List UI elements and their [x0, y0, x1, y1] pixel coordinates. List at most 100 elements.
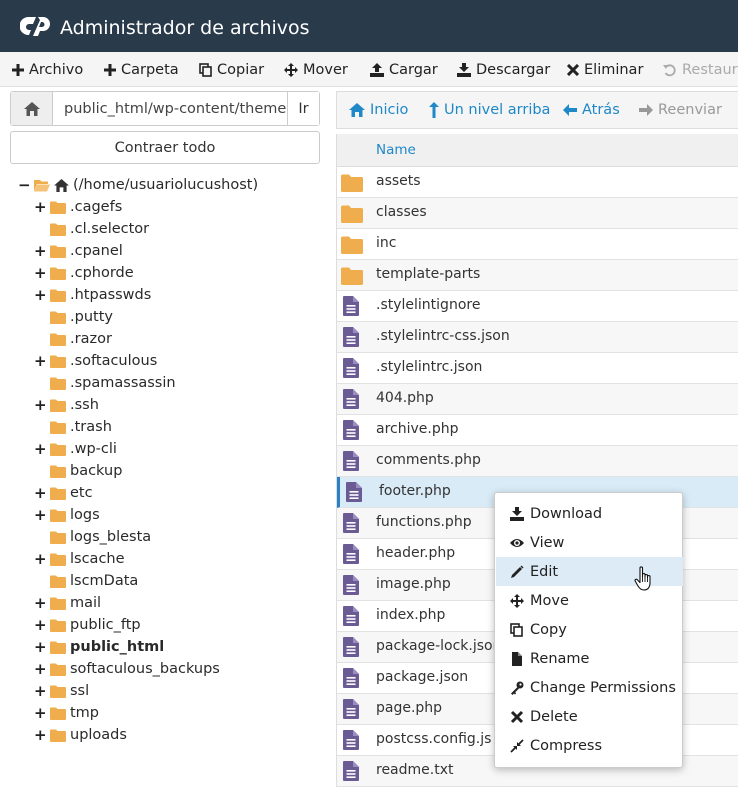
tree-item-backup[interactable]: backup [34, 460, 122, 482]
tree-item-cphorde[interactable]: + .cphorde [34, 262, 134, 284]
table-row[interactable]: .stylelintrc.json [337, 353, 738, 384]
table-row[interactable]: .stylelintrc-css.json [337, 322, 738, 353]
tree-item-putty[interactable]: .putty [34, 306, 113, 328]
expand-icon[interactable]: + [34, 242, 47, 260]
tree-item-spamassassin[interactable]: .spamassassin [34, 372, 176, 394]
table-row[interactable]: 404.php [337, 384, 738, 415]
folder-icon [50, 619, 66, 632]
restore-button[interactable]: Restaura [663, 52, 738, 87]
new-file-button[interactable]: Archivo [12, 52, 83, 87]
table-row[interactable]: .stylelintignore [337, 291, 738, 322]
menu-item-view[interactable]: View [496, 528, 683, 557]
collapse-all-button[interactable]: Contraer todo [10, 131, 320, 164]
expand-icon[interactable]: + [34, 726, 47, 744]
menu-item-rename[interactable]: Rename [496, 644, 683, 673]
eye-icon [509, 536, 525, 550]
tree-item-cpanel[interactable]: + .cpanel [34, 240, 123, 262]
tree-item-label: backup [70, 463, 123, 479]
tree-item-ssh[interactable]: + .ssh [34, 394, 99, 416]
menu-item-copy[interactable]: Copy [496, 615, 683, 644]
upload-label: Cargar [389, 61, 438, 78]
menu-item-change-permissions[interactable]: Change Permissions [496, 673, 683, 702]
expand-icon[interactable]: + [34, 352, 47, 370]
expand-icon[interactable]: + [34, 440, 47, 458]
expand-icon[interactable]: + [34, 704, 47, 722]
file-name: inc [376, 235, 397, 251]
expand-icon[interactable]: + [34, 484, 47, 502]
tree-item-public-html[interactable]: + public_html [34, 636, 164, 658]
expand-icon[interactable]: + [34, 616, 47, 634]
tree-item-etc[interactable]: + etc [34, 482, 93, 504]
table-row[interactable]: assets [337, 167, 738, 198]
tree-item-mail[interactable]: + mail [34, 592, 101, 614]
go-button[interactable]: Ir [287, 92, 319, 125]
back-button[interactable]: Atrás [563, 92, 620, 128]
tree-item-ssl[interactable]: + ssl [34, 680, 89, 702]
table-row[interactable]: comments.php [337, 446, 738, 477]
folder-icon [50, 707, 66, 720]
table-row[interactable]: template-parts [337, 260, 738, 291]
home-nav-button[interactable]: Inicio [349, 92, 408, 128]
new-folder-button[interactable]: Carpeta [104, 52, 179, 87]
expand-icon[interactable]: + [34, 396, 47, 414]
file-name: index.php [376, 607, 446, 623]
upload-button[interactable]: Cargar [370, 52, 438, 87]
tree-item-label: .cl.selector [70, 221, 150, 237]
tree-item-logs-blesta[interactable]: logs_blesta [34, 526, 151, 548]
collapse-icon[interactable]: − [18, 176, 31, 194]
path-home-button[interactable] [11, 92, 53, 125]
tree-item-cagefs[interactable]: + .cagefs [34, 196, 122, 218]
expand-icon[interactable]: + [34, 286, 47, 304]
expand-icon[interactable]: + [34, 682, 47, 700]
menu-item-move[interactable]: Move [496, 586, 683, 615]
download-button[interactable]: Descargar [457, 52, 550, 87]
name-column-header[interactable]: Name [376, 142, 416, 158]
home-nav-label: Inicio [370, 102, 409, 118]
tree-item-lscache[interactable]: + lscache [34, 548, 125, 570]
tree-item-lscmdata[interactable]: lscmData [34, 570, 138, 592]
tree-item-trash[interactable]: .trash [34, 416, 112, 438]
menu-item-delete[interactable]: Delete [496, 702, 683, 731]
expand-icon[interactable]: + [34, 594, 47, 612]
cpanel-logo-icon[interactable] [20, 15, 52, 37]
up-one-level-button[interactable]: Un nivel arriba [429, 92, 550, 128]
tree-item-razor[interactable]: .razor [34, 328, 112, 350]
table-row[interactable]: archive.php [337, 415, 738, 446]
expand-icon[interactable]: + [34, 198, 47, 216]
tree-item-label: etc [70, 485, 93, 501]
tree-root[interactable]: − (/home/usuariolucushost) [18, 174, 258, 196]
delete-button[interactable]: Eliminar [567, 52, 643, 87]
tree-item-public-ftp[interactable]: + public_ftp [34, 614, 141, 636]
tree-item-logs[interactable]: + logs [34, 504, 100, 526]
tree-item-tmp[interactable]: + tmp [34, 702, 99, 724]
file-text-icon [343, 513, 359, 533]
path-input[interactable] [53, 92, 287, 125]
tree-item-uploads[interactable]: + uploads [34, 724, 127, 746]
menu-item-compress[interactable]: Compress [496, 731, 683, 760]
tree-item-cl-selector[interactable]: .cl.selector [34, 218, 149, 240]
table-row[interactable]: classes [337, 198, 738, 229]
tree-item-htpasswds[interactable]: + .htpasswds [34, 284, 151, 306]
menu-item-label: Change Permissions [530, 679, 676, 696]
tree-item-wp-cli[interactable]: + .wp-cli [34, 438, 117, 460]
menu-item-download[interactable]: Download [496, 499, 683, 528]
table-row[interactable]: inc [337, 229, 738, 260]
move-button[interactable]: Mover [284, 52, 348, 87]
folder-icon [50, 443, 66, 456]
folder-icon [50, 355, 66, 368]
expand-icon[interactable]: + [34, 506, 47, 524]
menu-item-label: Rename [530, 650, 590, 667]
tree-item-label: .cphorde [70, 265, 134, 281]
tree-item-softaculous-backups[interactable]: + softaculous_backups [34, 658, 220, 680]
expand-icon[interactable]: + [34, 660, 47, 678]
copy-button[interactable]: Copiar [199, 52, 264, 87]
new-file-label: Archivo [29, 61, 84, 78]
expand-icon[interactable]: + [34, 638, 47, 656]
forward-button[interactable]: Reenviar [639, 92, 722, 128]
expand-icon[interactable]: + [34, 550, 47, 568]
expand-icon[interactable]: + [34, 264, 47, 282]
menu-item-label: Copy [530, 621, 567, 638]
tree-item-softaculous[interactable]: + .softaculous [34, 350, 157, 372]
tree-item-label: .spamassassin [70, 375, 176, 391]
menu-item-edit[interactable]: Edit [496, 557, 683, 586]
